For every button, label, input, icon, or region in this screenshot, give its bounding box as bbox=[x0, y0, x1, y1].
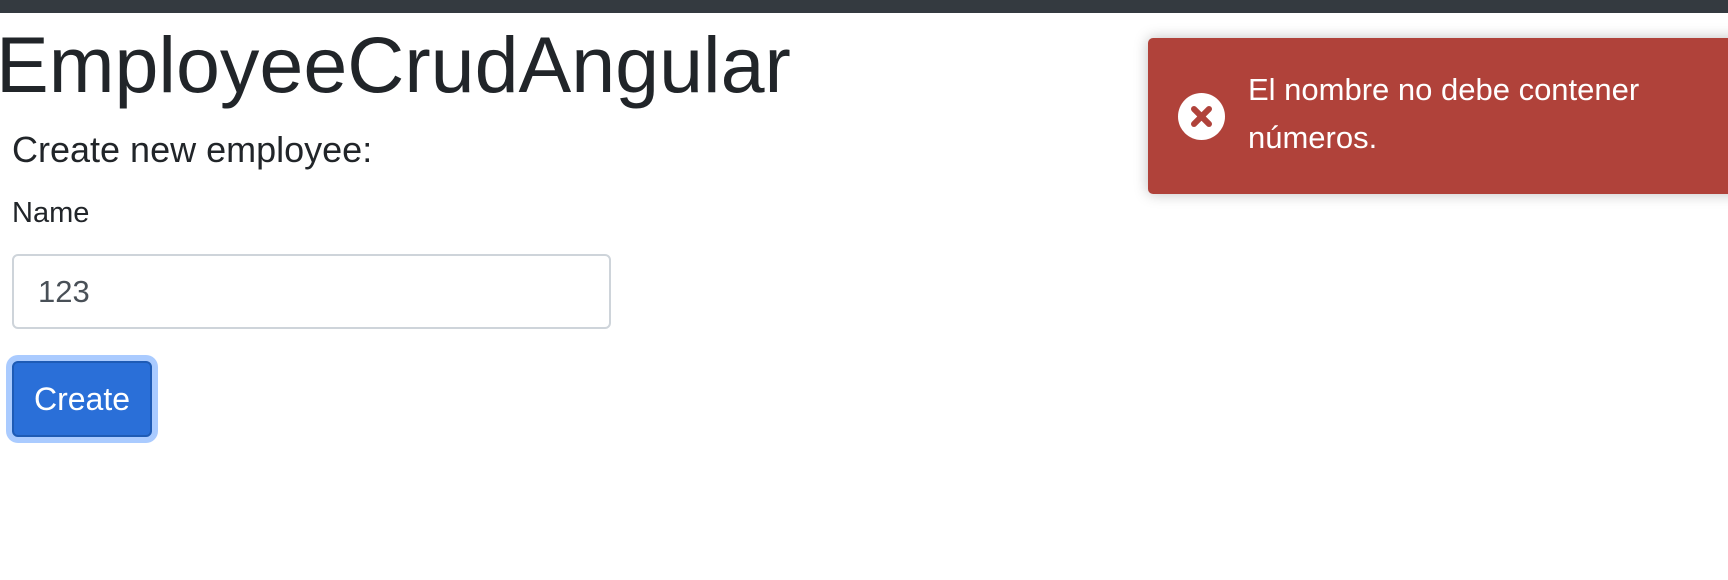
create-button[interactable]: Create bbox=[12, 361, 152, 437]
top-navbar bbox=[0, 0, 1728, 13]
error-circle-x-icon bbox=[1178, 93, 1225, 140]
error-toast[interactable]: El nombre no debe contener números. bbox=[1148, 38, 1728, 194]
name-label: Name bbox=[12, 197, 90, 229]
app-title: EmployeeCrudAngular bbox=[0, 20, 791, 109]
toast-message: El nombre no debe contener números. bbox=[1248, 72, 1640, 155]
name-input[interactable] bbox=[12, 254, 611, 329]
form-heading: Create new employee: bbox=[12, 129, 373, 170]
